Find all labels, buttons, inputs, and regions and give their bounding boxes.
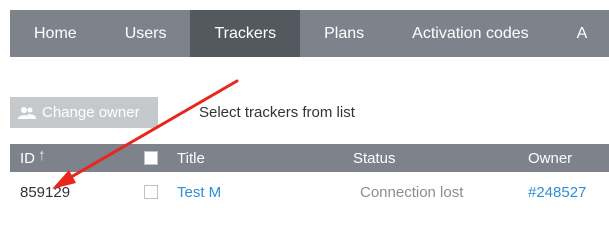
nav-plans[interactable]: Plans — [300, 10, 388, 57]
table-header: ID 🠕 Title Status Owner — [10, 144, 609, 172]
nav-truncated-item[interactable]: A — [553, 10, 609, 57]
change-owner-label: Change owner — [42, 104, 140, 121]
main-nav: Home Users Trackers Plans Activation cod… — [10, 10, 609, 57]
selection-hint: Select trackers from list — [199, 104, 355, 121]
row-checkbox[interactable] — [144, 185, 158, 199]
column-status[interactable]: Status — [353, 144, 396, 172]
row-title-link[interactable]: Test M — [177, 176, 221, 208]
column-owner-label: Owner — [528, 149, 573, 167]
column-status-label: Status — [353, 149, 396, 167]
arrow-up-icon: 🠕 — [39, 148, 45, 163]
column-id[interactable]: ID 🠕 — [20, 144, 45, 172]
nav-users[interactable]: Users — [101, 10, 191, 57]
select-all-checkbox[interactable] — [144, 151, 158, 165]
column-owner[interactable]: Owner — [528, 144, 572, 172]
row-id: 859129 — [20, 183, 71, 201]
column-id-label: ID — [20, 149, 35, 167]
users-icon — [18, 106, 36, 120]
nav-trackers[interactable]: Trackers — [190, 10, 301, 57]
row-status: Connection lost — [360, 183, 464, 201]
column-title[interactable]: Title — [177, 144, 205, 172]
nav-activation-codes[interactable]: Activation codes — [388, 10, 553, 57]
row-owner-link[interactable]: #248527 — [528, 176, 586, 208]
table-row: 859129 Test M Connection lost #248527 — [10, 176, 609, 208]
column-title-label: Title — [177, 149, 205, 167]
select-all-checkbox-cell — [144, 144, 158, 172]
nav-home[interactable]: Home — [10, 10, 101, 57]
row-checkbox-cell — [144, 176, 158, 208]
change-owner-button[interactable]: Change owner — [10, 97, 158, 128]
